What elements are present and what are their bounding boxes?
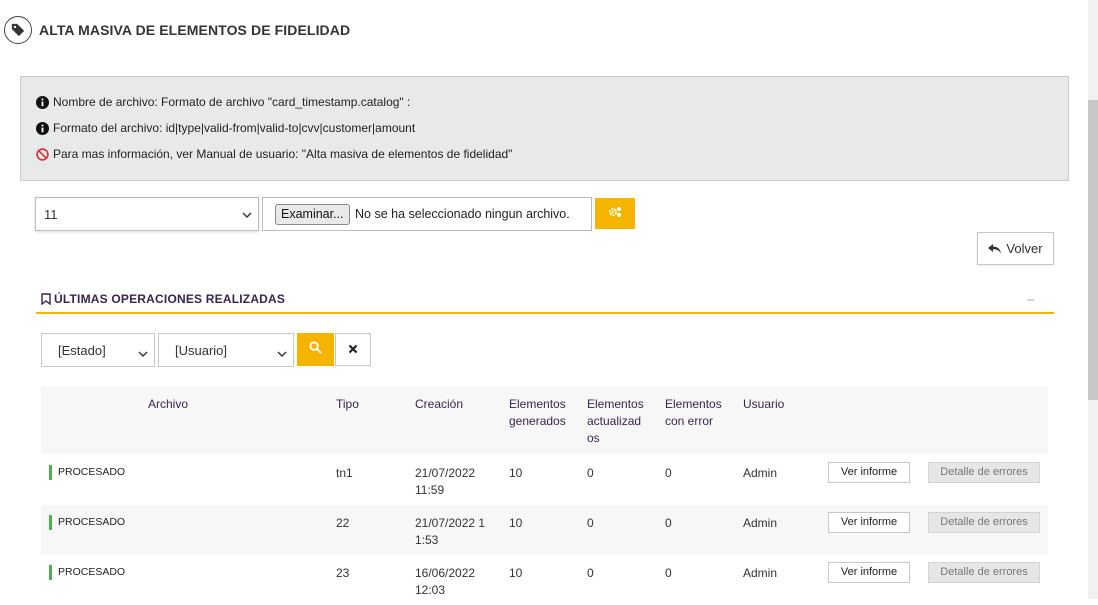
detalle-errores-button[interactable]: Detalle de errores [928, 512, 1040, 533]
info-line-filename: Nombre de archivo: Formato de archivo "c… [36, 95, 410, 109]
cell-creacion-line: 21/07/2022 1 [415, 516, 486, 530]
col-generados-line: generados [509, 414, 566, 428]
col-error: Elementos con error [665, 396, 722, 430]
section-header: ÚLTIMAS OPERACIONES REALIZADAS – [36, 290, 1054, 314]
col-usuario: Usuario [743, 397, 785, 411]
process-button[interactable] [595, 198, 635, 229]
col-error-line: con error [665, 414, 714, 428]
cell-creacion-line: 16/06/2022 [415, 566, 476, 580]
ban-icon [36, 147, 49, 161]
page-title: ALTA MASIVA DE ELEMENTOS DE FIDELIDAD [39, 22, 351, 38]
col-generados-line: Elementos [509, 397, 566, 411]
estado-filter[interactable]: [Estado] [41, 333, 155, 367]
table-header: Archivo Tipo Creación Elementos generado… [41, 387, 1048, 454]
usuario-filter[interactable]: [Usuario] [158, 333, 294, 367]
browse-button[interactable]: Examinar... [275, 204, 350, 225]
cell-generados: 10 [509, 466, 523, 480]
status-text: PROCESADO [58, 466, 126, 478]
reply-icon [988, 243, 1002, 255]
cell-creacion: 21/07/2022 1 1:53 [415, 515, 485, 549]
status-indicator [49, 565, 52, 580]
cell-creacion-line: 21/07/2022 [415, 466, 476, 480]
col-archivo: Archivo [148, 397, 189, 411]
section-title-text: ÚLTIMAS OPERACIONES REALIZADAS [54, 292, 286, 306]
bookmark-icon [41, 293, 51, 305]
cell-tipo: tn1 [336, 466, 353, 480]
cell-actualizados: 0 [587, 466, 594, 480]
status-text: PROCESADO [58, 516, 126, 528]
col-tipo: Tipo [336, 397, 359, 411]
clear-filters-button[interactable] [335, 333, 371, 366]
info-line-manual: Para mas información, ver Manual de usua… [36, 147, 512, 161]
cell-generados: 10 [509, 566, 523, 580]
col-creacion: Creación [415, 397, 464, 411]
cell-tipo: 22 [336, 516, 350, 530]
cell-error: 0 [665, 516, 672, 530]
store-select-value: 11 [44, 207, 58, 222]
file-input[interactable]: Examinar... No se ha seleccionado ningun… [262, 197, 592, 231]
usuario-filter-value: [Usuario] [175, 343, 228, 358]
store-select[interactable]: 11 [35, 197, 259, 231]
cell-actualizados: 0 [587, 566, 594, 580]
cell-creacion-line: 1:53 [415, 533, 439, 547]
info-line-format: Formato del archivo: id|type|valid-from|… [36, 121, 415, 135]
cell-tipo: 23 [336, 566, 350, 580]
search-icon [309, 340, 322, 359]
col-actualizados-line: actualizad [587, 414, 642, 428]
col-actualizados-line: Elementos [587, 397, 644, 411]
ver-informe-button[interactable]: Ver informe [828, 512, 910, 533]
table-row: PROCESADO tn1 21/07/2022 11:59 10 0 0 Ad… [41, 455, 1048, 505]
cell-usuario: Admin [743, 566, 778, 580]
col-actualizados-line: os [587, 431, 600, 445]
cell-creacion-line: 11:59 [415, 483, 445, 497]
info-text: Para mas información, ver Manual de usua… [53, 147, 513, 161]
cell-generados: 10 [509, 516, 523, 530]
volver-label: Volver [1006, 241, 1043, 256]
scrollbar-thumb[interactable] [1088, 100, 1098, 400]
tag-icon [4, 16, 32, 44]
status-text: PROCESADO [58, 566, 126, 578]
page-scrollbar[interactable] [1088, 0, 1098, 599]
cell-error: 0 [665, 466, 672, 480]
cell-actualizados: 0 [587, 516, 594, 530]
status-indicator [49, 515, 52, 530]
search-button[interactable] [297, 333, 334, 366]
ver-informe-button[interactable]: Ver informe [828, 462, 910, 483]
info-panel: Nombre de archivo: Formato de archivo "c… [20, 76, 1069, 181]
table-row: PROCESADO 23 16/06/2022 12:03 10 0 0 Adm… [41, 555, 1048, 605]
cogs-icon [608, 205, 622, 223]
cell-creacion-line: 12:03 [415, 583, 446, 597]
collapse-button[interactable]: – [1027, 292, 1034, 306]
col-generados: Elementos generados [509, 396, 566, 430]
estado-filter-value: [Estado] [58, 343, 106, 358]
page-header: ALTA MASIVA DE ELEMENTOS DE FIDELIDAD [4, 16, 350, 44]
chevron-down-icon [138, 347, 148, 362]
detalle-errores-button[interactable]: Detalle de errores [928, 462, 1040, 483]
info-text: Formato del archivo: id|type|valid-from|… [53, 121, 416, 135]
chevron-down-icon [277, 347, 287, 362]
col-error-line: Elementos [665, 397, 722, 411]
table-row: PROCESADO 22 21/07/2022 1 1:53 10 0 0 Ad… [41, 505, 1048, 555]
ver-informe-button[interactable]: Ver informe [828, 562, 910, 583]
col-actualizados: Elementos actualizad os [587, 396, 644, 447]
cell-creacion: 21/07/2022 11:59 [415, 465, 475, 499]
info-text: Nombre de archivo: Formato de archivo "c… [53, 95, 411, 109]
detalle-errores-button[interactable]: Detalle de errores [928, 562, 1040, 583]
chevron-down-icon [242, 208, 252, 223]
cell-creacion: 16/06/2022 12:03 [415, 565, 475, 599]
file-status-text: No se ha seleccionado ningun archivo. [355, 207, 570, 221]
info-icon [36, 95, 49, 109]
status-indicator [49, 465, 52, 480]
cell-usuario: Admin [743, 516, 778, 530]
cell-usuario: Admin [743, 466, 778, 480]
volver-button[interactable]: Volver [977, 232, 1054, 265]
section-title: ÚLTIMAS OPERACIONES REALIZADAS [41, 292, 285, 306]
close-icon [348, 341, 358, 359]
cell-error: 0 [665, 566, 672, 580]
info-icon [36, 121, 49, 135]
